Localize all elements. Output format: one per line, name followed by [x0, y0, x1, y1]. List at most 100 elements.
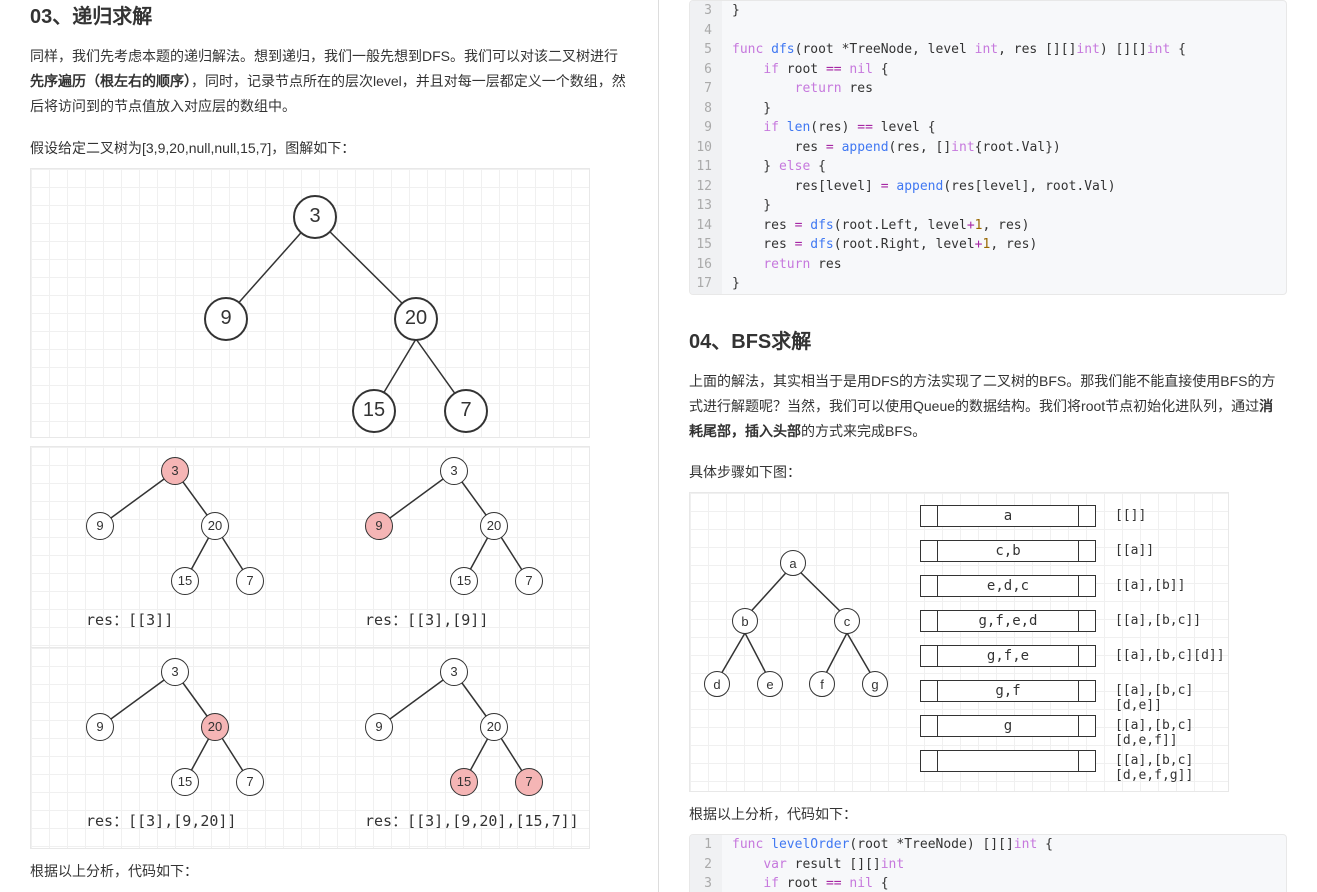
bfs-node: a — [780, 550, 806, 576]
code-text: return res — [722, 255, 842, 275]
line-number: 17 — [690, 274, 722, 294]
tree-node: 7 — [444, 389, 488, 433]
line-number: 4 — [690, 21, 722, 41]
line-number: 15 — [690, 235, 722, 255]
code-text: var result [][]int — [722, 855, 904, 875]
step-trees: 3920157res：[[3]] 3920157res：[[3],[9]] — [30, 446, 590, 648]
section-04-para: 上面的解法，其实相当于是用DFS的方法实现了二叉树的BFS。那我们能不能直接使用… — [689, 369, 1287, 445]
code-line: 6 if root == nil { — [690, 60, 1286, 80]
code-line: 17} — [690, 274, 1286, 294]
step-4: 3920157res：[[3],[9,20],[15,7]] — [310, 648, 589, 848]
line-number: 5 — [690, 40, 722, 60]
para-text: 上面的解法，其实相当于是用DFS的方法实现了二叉树的BFS。那我们能不能直接使用… — [689, 373, 1275, 414]
code-text: if root == nil { — [722, 874, 889, 892]
step-node: 7 — [515, 768, 543, 796]
step-2: 3920157res：[[3],[9]] — [310, 447, 589, 647]
code-block-bfs: 1func levelOrder(root *TreeNode) [][]int… — [689, 834, 1287, 892]
bfs-node: b — [732, 608, 758, 634]
code-text — [722, 21, 732, 41]
code-block-dfs: 3}45func dfs(root *TreeNode, level int, … — [689, 0, 1287, 295]
para-text: 同样，我们先考虑本题的递归解法。想到递归，我们一般先想到DFS。我们可以对该二叉… — [30, 48, 618, 64]
line-number: 14 — [690, 216, 722, 236]
right-footer: 根据以上分析，代码如下： — [689, 804, 1287, 824]
code-text: if root == nil { — [722, 60, 889, 80]
line-number: 3 — [690, 874, 722, 892]
line-number: 12 — [690, 177, 722, 197]
code-text: } — [722, 196, 771, 216]
line-number: 10 — [690, 138, 722, 158]
code-text: res = append(res, []int{root.Val}) — [722, 138, 1061, 158]
code-line: 5func dfs(root *TreeNode, level int, res… — [690, 40, 1286, 60]
section-03-para: 同样，我们先考虑本题的递归解法。想到递归，我们一般先想到DFS。我们可以对该二叉… — [30, 44, 628, 120]
step-node: 20 — [201, 512, 229, 540]
line-number: 6 — [690, 60, 722, 80]
code-line: 3 if root == nil { — [690, 874, 1286, 892]
code-line: 13 } — [690, 196, 1286, 216]
bfs-node: e — [757, 671, 783, 697]
step-node: 20 — [480, 512, 508, 540]
step-node: 7 — [236, 567, 264, 595]
code-line: 12 res[level] = append(res[level], root.… — [690, 177, 1286, 197]
line-number: 7 — [690, 79, 722, 99]
tree-caption: 假设给定二叉树为[3,9,20,null,null,15,7]，图解如下： — [30, 138, 628, 158]
line-number: 1 — [690, 835, 722, 855]
code-text: res[level] = append(res[level], root.Val… — [722, 177, 1116, 197]
step-node: 9 — [86, 713, 114, 741]
step-trees-2: 3920157res：[[3],[9,20]] 3920157res：[[3],… — [30, 648, 590, 849]
code-line: 4 — [690, 21, 1286, 41]
code-text: } — [722, 99, 771, 119]
step-node: 3 — [440, 658, 468, 686]
code-line: 2 var result [][]int — [690, 855, 1286, 875]
code-line: 9 if len(res) == level { — [690, 118, 1286, 138]
step-node: 15 — [171, 567, 199, 595]
line-number: 16 — [690, 255, 722, 275]
step-node: 20 — [201, 713, 229, 741]
bfs-diagram: a b c d e f g a[[]]c,b[[a]]e,d,c[[a],[b]… — [689, 492, 1229, 792]
section-03-heading: 03、递归求解 — [30, 0, 628, 29]
section-04-heading: 04、BFS求解 — [689, 325, 1287, 354]
code-line: 14 res = dfs(root.Left, level+1, res) — [690, 216, 1286, 236]
step-node: 7 — [515, 567, 543, 595]
code-text: func levelOrder(root *TreeNode) [][]int … — [722, 835, 1053, 855]
left-column: 03、递归求解 同样，我们先考虑本题的递归解法。想到递归，我们一般先想到DFS。… — [0, 0, 658, 892]
line-number: 3 — [690, 1, 722, 21]
step-3: 3920157res：[[3],[9,20]] — [31, 648, 310, 848]
step-node: 15 — [450, 768, 478, 796]
step-node: 7 — [236, 768, 264, 796]
step-1: 3920157res：[[3]] — [31, 447, 310, 647]
main-tree: 3 9 20 15 7 — [30, 168, 590, 438]
line-number: 8 — [690, 99, 722, 119]
step-node: 3 — [440, 457, 468, 485]
bfs-node: g — [862, 671, 888, 697]
bfs-caption: 具体步骤如下图： — [689, 462, 1287, 482]
code-line: 8 } — [690, 99, 1286, 119]
code-line: 7 return res — [690, 79, 1286, 99]
line-number: 9 — [690, 118, 722, 138]
code-text: } — [722, 1, 740, 21]
code-line: 1func levelOrder(root *TreeNode) [][]int… — [690, 835, 1286, 855]
code-line: 3} — [690, 1, 1286, 21]
step-node: 9 — [365, 713, 393, 741]
para-text: 的方式来完成BFS。 — [801, 423, 926, 439]
code-text: if len(res) == level { — [722, 118, 936, 138]
tree-node: 9 — [204, 297, 248, 341]
code-text: } — [722, 274, 740, 294]
code-text: func dfs(root *TreeNode, level int, res … — [722, 40, 1186, 60]
code-text: res = dfs(root.Left, level+1, res) — [722, 216, 1029, 236]
step-node: 9 — [86, 512, 114, 540]
para-bold: 先序遍历（根左右的顺序） — [30, 73, 191, 89]
bfs-node: c — [834, 608, 860, 634]
line-number: 13 — [690, 196, 722, 216]
step-node: 3 — [161, 658, 189, 686]
code-line: 15 res = dfs(root.Right, level+1, res) — [690, 235, 1286, 255]
step-node: 3 — [161, 457, 189, 485]
line-number: 2 — [690, 855, 722, 875]
code-line: 16 return res — [690, 255, 1286, 275]
code-line: 11 } else { — [690, 157, 1286, 177]
step-node: 20 — [480, 713, 508, 741]
code-text: res = dfs(root.Right, level+1, res) — [722, 235, 1037, 255]
line-number: 11 — [690, 157, 722, 177]
code-text: } else { — [722, 157, 826, 177]
bfs-node: d — [704, 671, 730, 697]
tree-node-root: 3 — [293, 195, 337, 239]
